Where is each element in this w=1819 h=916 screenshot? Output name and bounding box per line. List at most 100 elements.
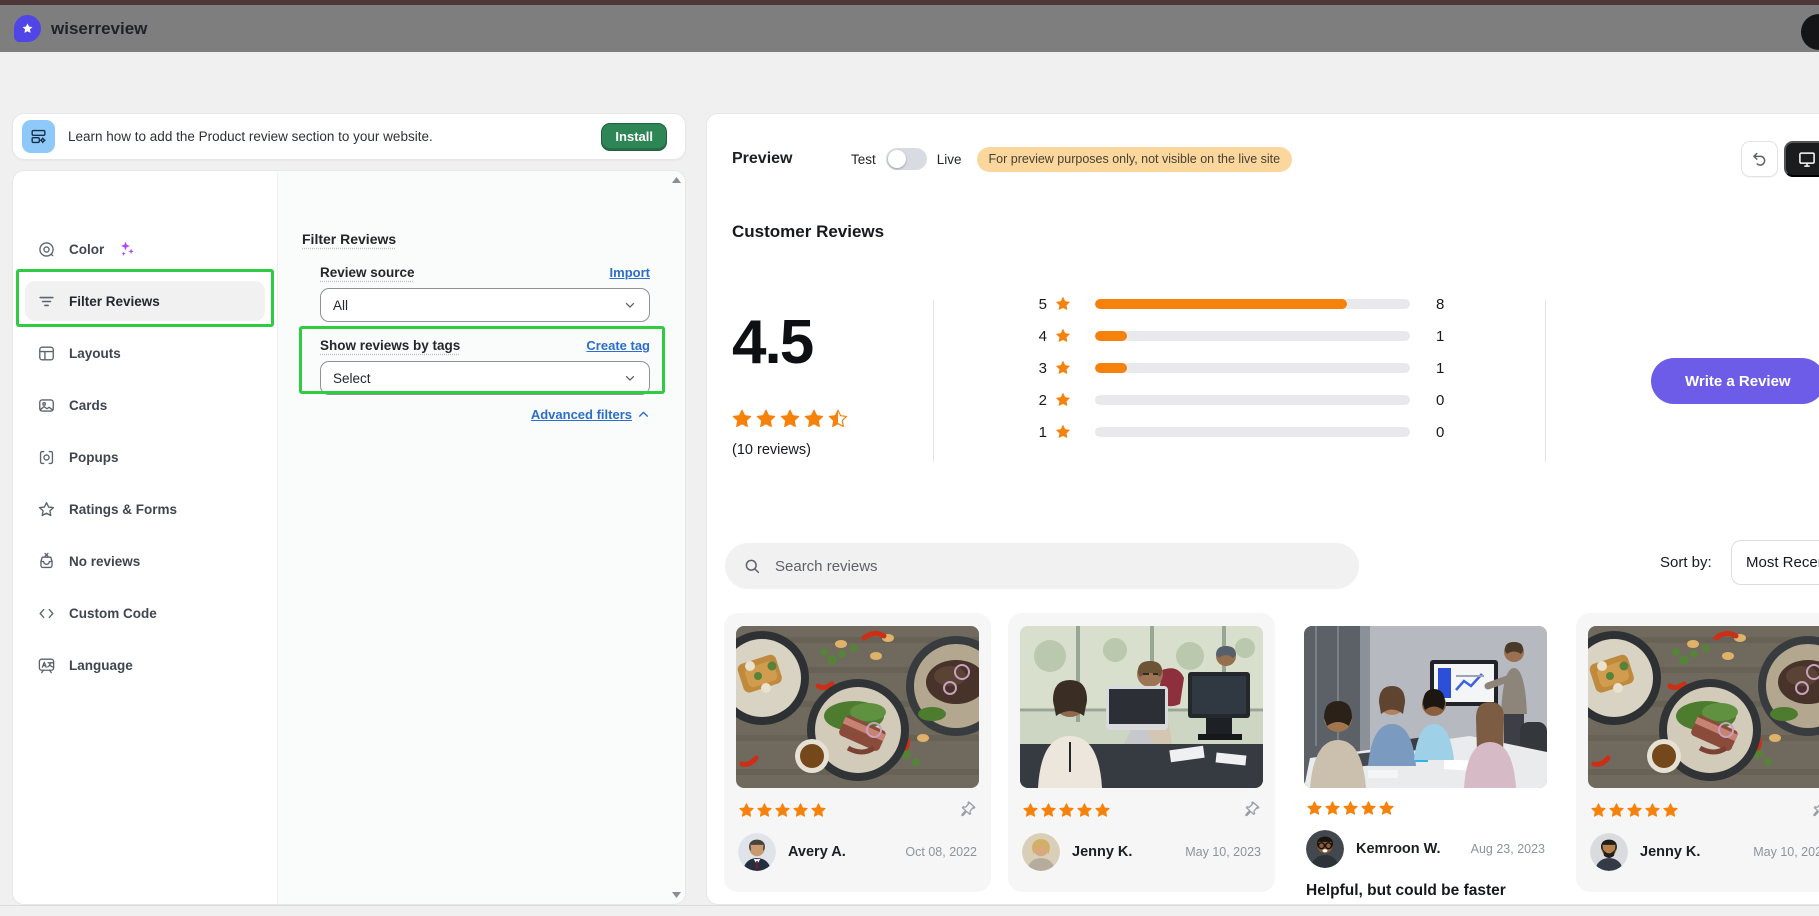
top-app-bar: wiserreview bbox=[0, 0, 1819, 52]
toggle-knob bbox=[888, 150, 906, 168]
no-reviews-icon bbox=[37, 552, 56, 571]
preview-info-badge: For preview purposes only, not visible o… bbox=[977, 147, 1293, 172]
layouts-icon bbox=[37, 344, 56, 363]
review-card[interactable]: Jenny K. May 10, 2023 bbox=[1576, 613, 1819, 892]
sort-by-label: Sort by: bbox=[1660, 554, 1712, 571]
rating-bar-track bbox=[1095, 427, 1410, 437]
preview-panel: Preview Test Live For preview purposes o… bbox=[706, 113, 1819, 905]
ratings-icon bbox=[37, 500, 56, 519]
sidebar-item-popups[interactable]: Popups bbox=[25, 437, 265, 477]
ai-sparkles-icon bbox=[118, 240, 136, 258]
chevron-down-icon bbox=[623, 298, 637, 312]
average-rating-value: 4.5 bbox=[732, 312, 812, 374]
code-icon bbox=[37, 604, 56, 623]
avatar bbox=[1022, 833, 1060, 871]
install-button[interactable]: Install bbox=[601, 123, 667, 151]
scroll-down-icon[interactable] bbox=[672, 892, 681, 898]
star-icon bbox=[1055, 296, 1071, 312]
chevron-down-icon bbox=[623, 371, 637, 385]
filter-reviews-pane: Filter Reviews Review source Import All … bbox=[277, 171, 685, 904]
search-reviews-bar[interactable] bbox=[725, 543, 1359, 589]
review-source-label: Review source bbox=[320, 265, 415, 280]
tags-select[interactable]: Select bbox=[320, 361, 650, 395]
cards-icon bbox=[37, 396, 56, 415]
advanced-filters-link[interactable]: Advanced filters bbox=[320, 407, 650, 422]
account-avatar[interactable] bbox=[1801, 14, 1819, 50]
review-card[interactable]: Kemroon W. Aug 23, 2023 Helpful, but cou… bbox=[1292, 613, 1559, 905]
sidebar-item-custom-code[interactable]: Custom Code bbox=[25, 593, 265, 633]
tags-label: Show reviews by tags bbox=[320, 338, 460, 353]
avatar bbox=[738, 833, 776, 871]
filter-icon bbox=[37, 292, 56, 311]
sort-select[interactable]: Most Recent bbox=[1731, 540, 1819, 585]
scroll-up-icon[interactable] bbox=[672, 177, 681, 183]
horizontal-scrollbar-track[interactable] bbox=[0, 905, 1819, 916]
sidebar-item-filter-reviews[interactable]: Filter Reviews bbox=[25, 281, 265, 321]
settings-sidebar: Color Filter Reviews Layouts Cards Popup… bbox=[13, 171, 277, 904]
review-photo-food bbox=[736, 626, 979, 788]
import-link[interactable]: Import bbox=[610, 265, 650, 280]
search-reviews-input[interactable] bbox=[773, 557, 1253, 576]
star-icon bbox=[1055, 392, 1071, 408]
rating-bar-track bbox=[1095, 299, 1410, 309]
sidebar-item-layouts[interactable]: Layouts bbox=[25, 333, 265, 373]
average-rating-stars bbox=[731, 408, 849, 430]
rating-bar-fill bbox=[1095, 363, 1127, 373]
star-icon bbox=[1055, 424, 1071, 440]
reset-button[interactable] bbox=[1741, 141, 1778, 177]
review-photo-food bbox=[1588, 626, 1819, 788]
rating-bar-fill bbox=[1095, 299, 1347, 309]
reviews-count: (10 reviews) bbox=[732, 442, 811, 458]
star-icon bbox=[1055, 328, 1071, 344]
rating-histogram-row: 5 8 bbox=[1033, 288, 1444, 320]
review-card[interactable]: Jenny K. May 10, 2023 bbox=[1008, 613, 1275, 892]
banner-text: Learn how to add the Product review sect… bbox=[68, 129, 601, 144]
review-card[interactable]: Avery A. Oct 08, 2022 bbox=[724, 613, 991, 892]
review-cards-row: Avery A. Oct 08, 2022 Jenny K. May 10, 2… bbox=[724, 613, 1819, 905]
wiserreview-logo-icon bbox=[14, 15, 41, 42]
product-section-icon bbox=[22, 120, 55, 153]
review-stars bbox=[738, 802, 827, 819]
create-tag-link[interactable]: Create tag bbox=[586, 338, 650, 353]
test-live-toggle[interactable] bbox=[886, 148, 927, 170]
review-stars bbox=[1022, 802, 1111, 819]
search-icon bbox=[743, 557, 761, 575]
rating-bar-fill bbox=[1095, 331, 1127, 341]
toggle-live-label[interactable]: Live bbox=[937, 152, 962, 167]
review-stars bbox=[1590, 802, 1679, 819]
toggle-test-label[interactable]: Test bbox=[851, 152, 876, 167]
divider bbox=[1545, 300, 1546, 462]
rating-histogram-row: 4 1 bbox=[1033, 320, 1444, 352]
pin-icon[interactable] bbox=[957, 800, 977, 820]
review-title: Helpful, but could be faster bbox=[1304, 882, 1547, 900]
pin-icon[interactable] bbox=[1809, 800, 1819, 820]
desktop-view-button[interactable] bbox=[1784, 141, 1819, 177]
sidebar-item-ratings-forms[interactable]: Ratings & Forms bbox=[25, 489, 265, 529]
review-stars bbox=[1306, 800, 1395, 817]
sidebar-item-cards[interactable]: Cards bbox=[25, 385, 265, 425]
sidebar-item-color[interactable]: Color bbox=[25, 229, 265, 269]
customer-reviews-title: Customer Reviews bbox=[732, 222, 884, 242]
popups-icon bbox=[37, 448, 56, 467]
sidebar-item-language[interactable]: Language bbox=[25, 645, 265, 685]
color-icon bbox=[37, 240, 56, 259]
avatar bbox=[1306, 830, 1344, 868]
rating-bar-track bbox=[1095, 331, 1410, 341]
rating-histogram-row: 3 1 bbox=[1033, 352, 1444, 384]
divider bbox=[933, 300, 934, 462]
review-source-select[interactable]: All bbox=[320, 288, 650, 322]
sidebar-item-no-reviews[interactable]: No reviews bbox=[25, 541, 265, 581]
review-photo-office bbox=[1020, 626, 1263, 788]
review-photo-meeting bbox=[1304, 626, 1547, 788]
rating-bar-track bbox=[1095, 395, 1410, 405]
language-icon bbox=[37, 656, 56, 675]
write-review-button[interactable]: Write a Review bbox=[1651, 358, 1819, 404]
pane-scrollbar[interactable] bbox=[670, 177, 682, 898]
rating-histogram-row: 2 0 bbox=[1033, 384, 1444, 416]
pin-icon[interactable] bbox=[1241, 800, 1261, 820]
install-banner: Learn how to add the Product review sect… bbox=[12, 113, 686, 160]
rating-bar-track bbox=[1095, 363, 1410, 373]
star-icon bbox=[1055, 360, 1071, 376]
app-brand-name: wiserreview bbox=[51, 19, 147, 39]
chevron-up-icon bbox=[637, 408, 650, 421]
